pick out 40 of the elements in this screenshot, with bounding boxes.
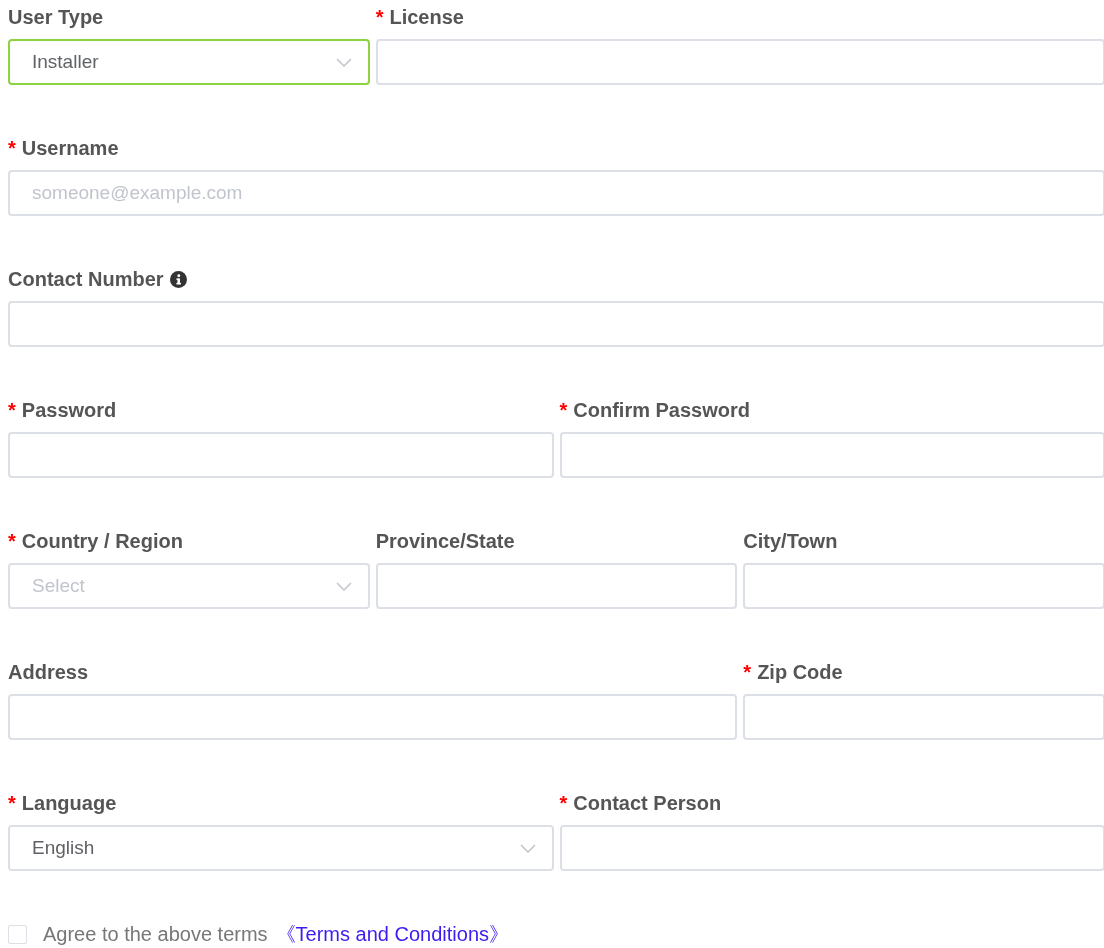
field-label: User Type (8, 5, 104, 30)
field-label: Contact Person (573, 791, 722, 816)
select-field[interactable]: Installer (8, 39, 370, 85)
required-mark: * (8, 398, 16, 423)
input-field[interactable] (8, 432, 554, 478)
chevron-down-icon (335, 581, 352, 591)
chevron-down-icon (519, 843, 536, 853)
required-mark: * (559, 398, 568, 423)
input-field[interactable] (8, 301, 1104, 347)
field-label: City/Town (743, 529, 838, 554)
agree-text: Agree to the above terms (43, 922, 268, 947)
field-label: Address (8, 660, 89, 685)
info-icon (169, 270, 187, 288)
select-field[interactable]: English (8, 825, 554, 871)
required-mark: * (8, 529, 16, 554)
input-field[interactable] (559, 825, 1104, 871)
terms-link[interactable]: 《Terms and Conditions》 (275, 919, 509, 948)
field-label: Country / Region (21, 529, 183, 554)
chevron-down-icon (335, 57, 352, 67)
field-label: Contact Number (8, 267, 164, 292)
required-mark: * (8, 791, 16, 816)
input-field[interactable] (559, 432, 1104, 478)
field-label: License (389, 5, 464, 30)
field-label: Confirm Password (573, 398, 750, 423)
input-field[interactable] (743, 694, 1104, 740)
required-mark: * (8, 136, 16, 161)
field-label: Password (21, 398, 117, 423)
input-field[interactable] (743, 563, 1104, 609)
input-field[interactable] (375, 563, 738, 609)
input-field[interactable]: someone@example.com (8, 170, 1104, 216)
required-mark: * (743, 660, 752, 685)
field-label: Zip Code (757, 660, 843, 685)
field-label: Username (21, 136, 119, 161)
input-field[interactable] (375, 39, 1104, 85)
required-mark: * (559, 791, 568, 816)
agree-checkbox[interactable] (8, 924, 27, 944)
required-mark: * (375, 5, 384, 30)
field-label: Province/State (375, 529, 515, 554)
field-label: Language (21, 791, 117, 816)
input-field[interactable] (8, 694, 738, 740)
